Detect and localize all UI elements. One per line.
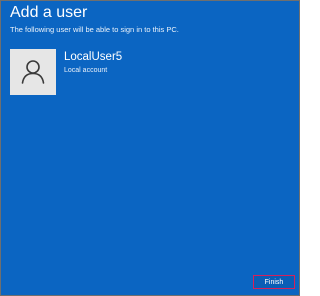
account-type: Local account	[64, 67, 108, 74]
avatar	[10, 49, 56, 95]
user-card: LocalUser5 Local account	[10, 49, 260, 101]
person-icon	[21, 60, 45, 84]
add-user-dialog: Add a user The following user will be ab…	[0, 0, 300, 296]
user-name: LocalUser5	[64, 51, 123, 63]
page-subtitle: The following user will be able to sign …	[10, 25, 179, 34]
page-title: Add a user	[10, 4, 88, 21]
finish-button[interactable]: Finish	[253, 275, 295, 289]
